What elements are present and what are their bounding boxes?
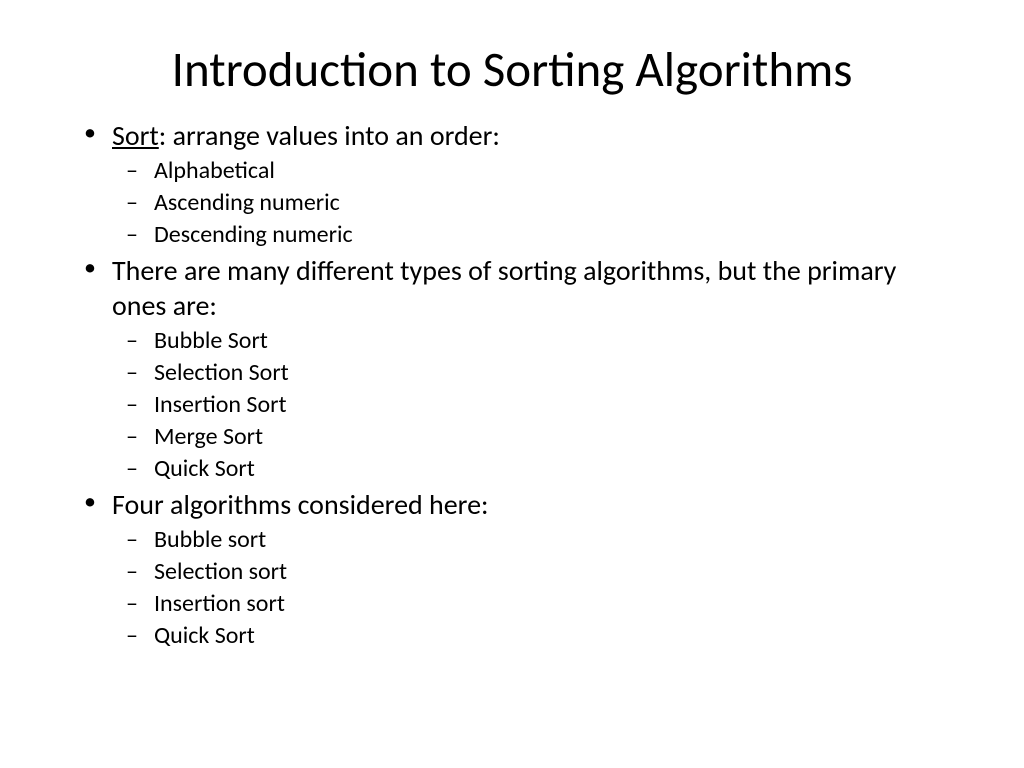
bullet-item-3: Four algorithms considered here: Bubble … xyxy=(70,487,954,652)
sublist-1: Alphabetical Ascending numeric Descendin… xyxy=(112,155,954,251)
sub-item: Alphabetical xyxy=(112,155,954,186)
sub-item: Bubble Sort xyxy=(112,325,954,356)
bullet-item-1: Sort: arrange values into an order: Alph… xyxy=(70,118,954,251)
sub-item: Quick Sort xyxy=(112,620,954,651)
sub-item: Selection Sort xyxy=(112,357,954,388)
sub-item: Bubble sort xyxy=(112,524,954,555)
sub-item: Ascending numeric xyxy=(112,187,954,218)
sub-item: Insertion sort xyxy=(112,588,954,619)
slide-title: Introduction to Sorting Algorithms xyxy=(70,40,954,100)
sublist-2: Bubble Sort Selection Sort Insertion Sor… xyxy=(112,325,954,485)
bullet-2-text: There are many different types of sortin… xyxy=(112,253,896,323)
bullet-list: Sort: arrange values into an order: Alph… xyxy=(70,118,954,651)
sub-item: Quick Sort xyxy=(112,453,954,484)
sub-item: Descending numeric xyxy=(112,219,954,250)
sub-item: Merge Sort xyxy=(112,421,954,452)
sub-item: Selection sort xyxy=(112,556,954,587)
sublist-3: Bubble sort Selection sort Insertion sor… xyxy=(112,524,954,652)
sort-keyword: Sort xyxy=(112,118,159,153)
bullet-item-2: There are many different types of sortin… xyxy=(70,253,954,485)
sub-item: Insertion Sort xyxy=(112,389,954,420)
bullet-3-text: Four algorithms considered here: xyxy=(112,487,489,522)
bullet-1-text: : arrange values into an order: xyxy=(159,118,500,153)
